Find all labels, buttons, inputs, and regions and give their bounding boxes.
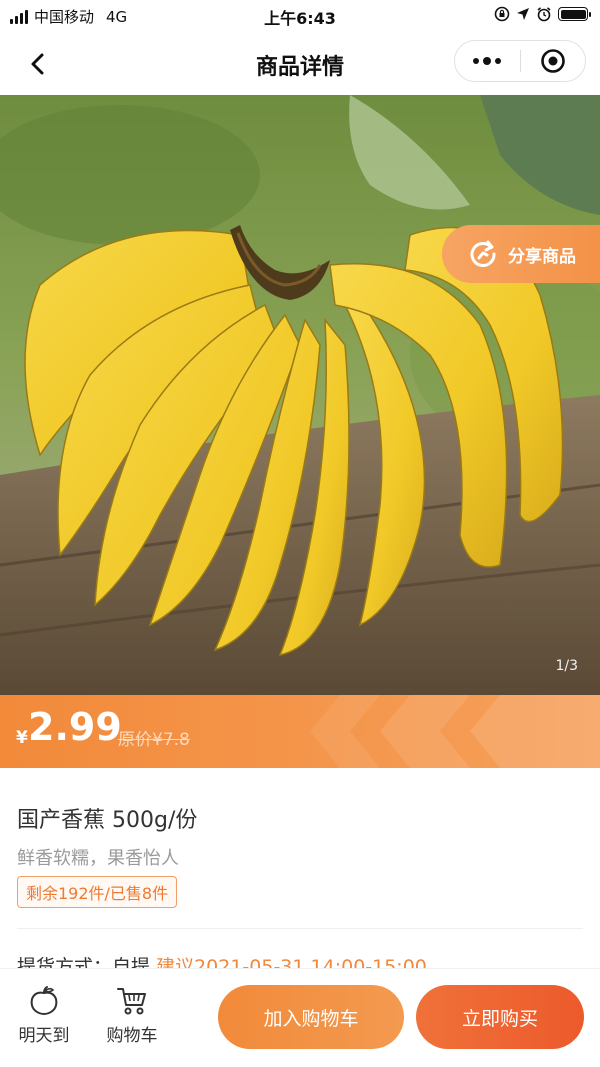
tomorrow-tab[interactable]: 明天到	[6, 985, 82, 1046]
price-bar-decoration	[310, 695, 600, 768]
status-right	[494, 6, 591, 22]
share-label: 分享商品	[508, 246, 576, 267]
alarm-icon	[537, 7, 551, 22]
cart-tab[interactable]: 购物车	[94, 985, 170, 1046]
tomorrow-label: 明天到	[18, 1026, 70, 1046]
bottom-action-bar: 明天到 购物车 加入购物车 立即购买	[0, 968, 600, 1067]
product-gallery[interactable]: 分享商品	[0, 95, 600, 695]
close-target-icon	[540, 49, 565, 73]
divider	[17, 928, 583, 929]
close-button[interactable]	[521, 41, 586, 81]
status-bar: 中国移动 4G 上午6:43	[0, 0, 600, 32]
price-currency: ¥	[16, 728, 28, 748]
product-subtitle: 鲜香软糯，果香怡人	[17, 848, 179, 869]
buy-now-button[interactable]: 立即购买	[416, 985, 584, 1049]
share-icon	[470, 240, 496, 267]
fruit-icon	[30, 986, 58, 1015]
more-icon	[473, 57, 502, 65]
miniprogram-capsule	[454, 40, 586, 82]
product-info: 国产香蕉 500g/份 鲜香软糯，果香怡人 剩余192件/已售8件 提货方式：自…	[0, 768, 600, 970]
price-value: 2.99	[28, 705, 122, 749]
more-button[interactable]	[455, 41, 520, 81]
price-bar: ¥ 2.99 原价¥7.8	[0, 695, 600, 768]
stock-badge: 剩余192件/已售8件	[17, 876, 178, 908]
cart-label: 购物车	[106, 1026, 158, 1046]
product-title: 国产香蕉 500g/份	[17, 808, 198, 833]
rotation-lock-icon	[494, 6, 510, 22]
original-price: 原价¥7.8	[118, 730, 190, 750]
gallery-pager: 1/3	[555, 658, 578, 674]
location-icon	[517, 8, 529, 20]
battery-icon	[558, 7, 591, 21]
nav-bar: 商品详情	[0, 32, 600, 95]
banana-photo	[0, 95, 600, 695]
share-product-button[interactable]: 分享商品	[442, 225, 600, 283]
add-to-cart-button[interactable]: 加入购物车	[218, 985, 404, 1049]
cart-icon	[117, 988, 146, 1015]
